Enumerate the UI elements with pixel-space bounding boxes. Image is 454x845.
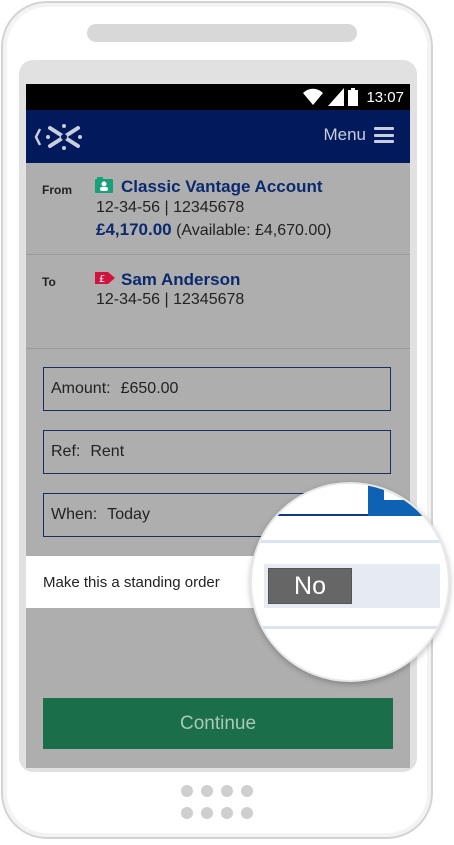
to-sort-account: 12-34-56 | 12345678: [96, 291, 245, 308]
from-account-name[interactable]: Classic Vantage Account: [121, 177, 323, 197]
divider: [26, 348, 410, 349]
battery-icon: [348, 88, 359, 106]
status-bar: 13:07: [26, 84, 410, 110]
magnifier-callout: No: [250, 482, 450, 682]
from-balance-line: £4,170.00 (Available: £4,670.00): [96, 220, 331, 240]
to-account-section: To £ Sam Anderson 12-34-56 | 12345678: [26, 255, 410, 347]
from-available: (Available: £4,670.00): [176, 222, 332, 239]
amount-field[interactable]: Amount: £650.00: [43, 367, 391, 411]
phone-speaker: [87, 24, 357, 42]
wifi-icon: [303, 88, 324, 105]
menu-label: Menu: [323, 125, 366, 144]
reference-value: Rent: [90, 443, 125, 460]
account-card-icon: [95, 177, 113, 193]
standing-order-label: Make this a standing order: [43, 574, 220, 591]
amount-label: Amount:: [51, 380, 111, 397]
mag-field-edge: [252, 484, 448, 516]
reference-label: Ref:: [51, 443, 81, 460]
when-label: When:: [51, 506, 98, 523]
menu-button[interactable]: Menu: [323, 125, 394, 145]
standing-order-toggle[interactable]: No: [268, 568, 352, 604]
from-account-section: From Classic Vantage Account 12-34-56 | …: [26, 163, 410, 253]
from-label: From: [42, 183, 72, 197]
amount-value: £650.00: [120, 380, 179, 397]
hamburger-icon: [374, 127, 394, 143]
continue-button[interactable]: Continue: [43, 698, 393, 749]
date-picker-button[interactable]: [368, 484, 448, 516]
bank-logo-icon[interactable]: [34, 122, 90, 152]
to-account-name[interactable]: Sam Anderson: [121, 270, 240, 290]
to-label: To: [42, 275, 56, 289]
from-sort-account: 12-34-56 | 12345678: [96, 199, 245, 216]
signal-icon: [328, 88, 345, 106]
svg-text:£: £: [99, 274, 105, 285]
reference-field[interactable]: Ref: Rent: [43, 430, 391, 474]
pound-tag-icon: £: [95, 272, 115, 285]
when-value: Today: [107, 506, 150, 523]
from-balance: £4,170.00: [96, 220, 172, 239]
app-header: Menu: [26, 110, 410, 163]
home-button-dots[interactable]: [181, 785, 261, 829]
status-time: 13:07: [366, 88, 404, 106]
